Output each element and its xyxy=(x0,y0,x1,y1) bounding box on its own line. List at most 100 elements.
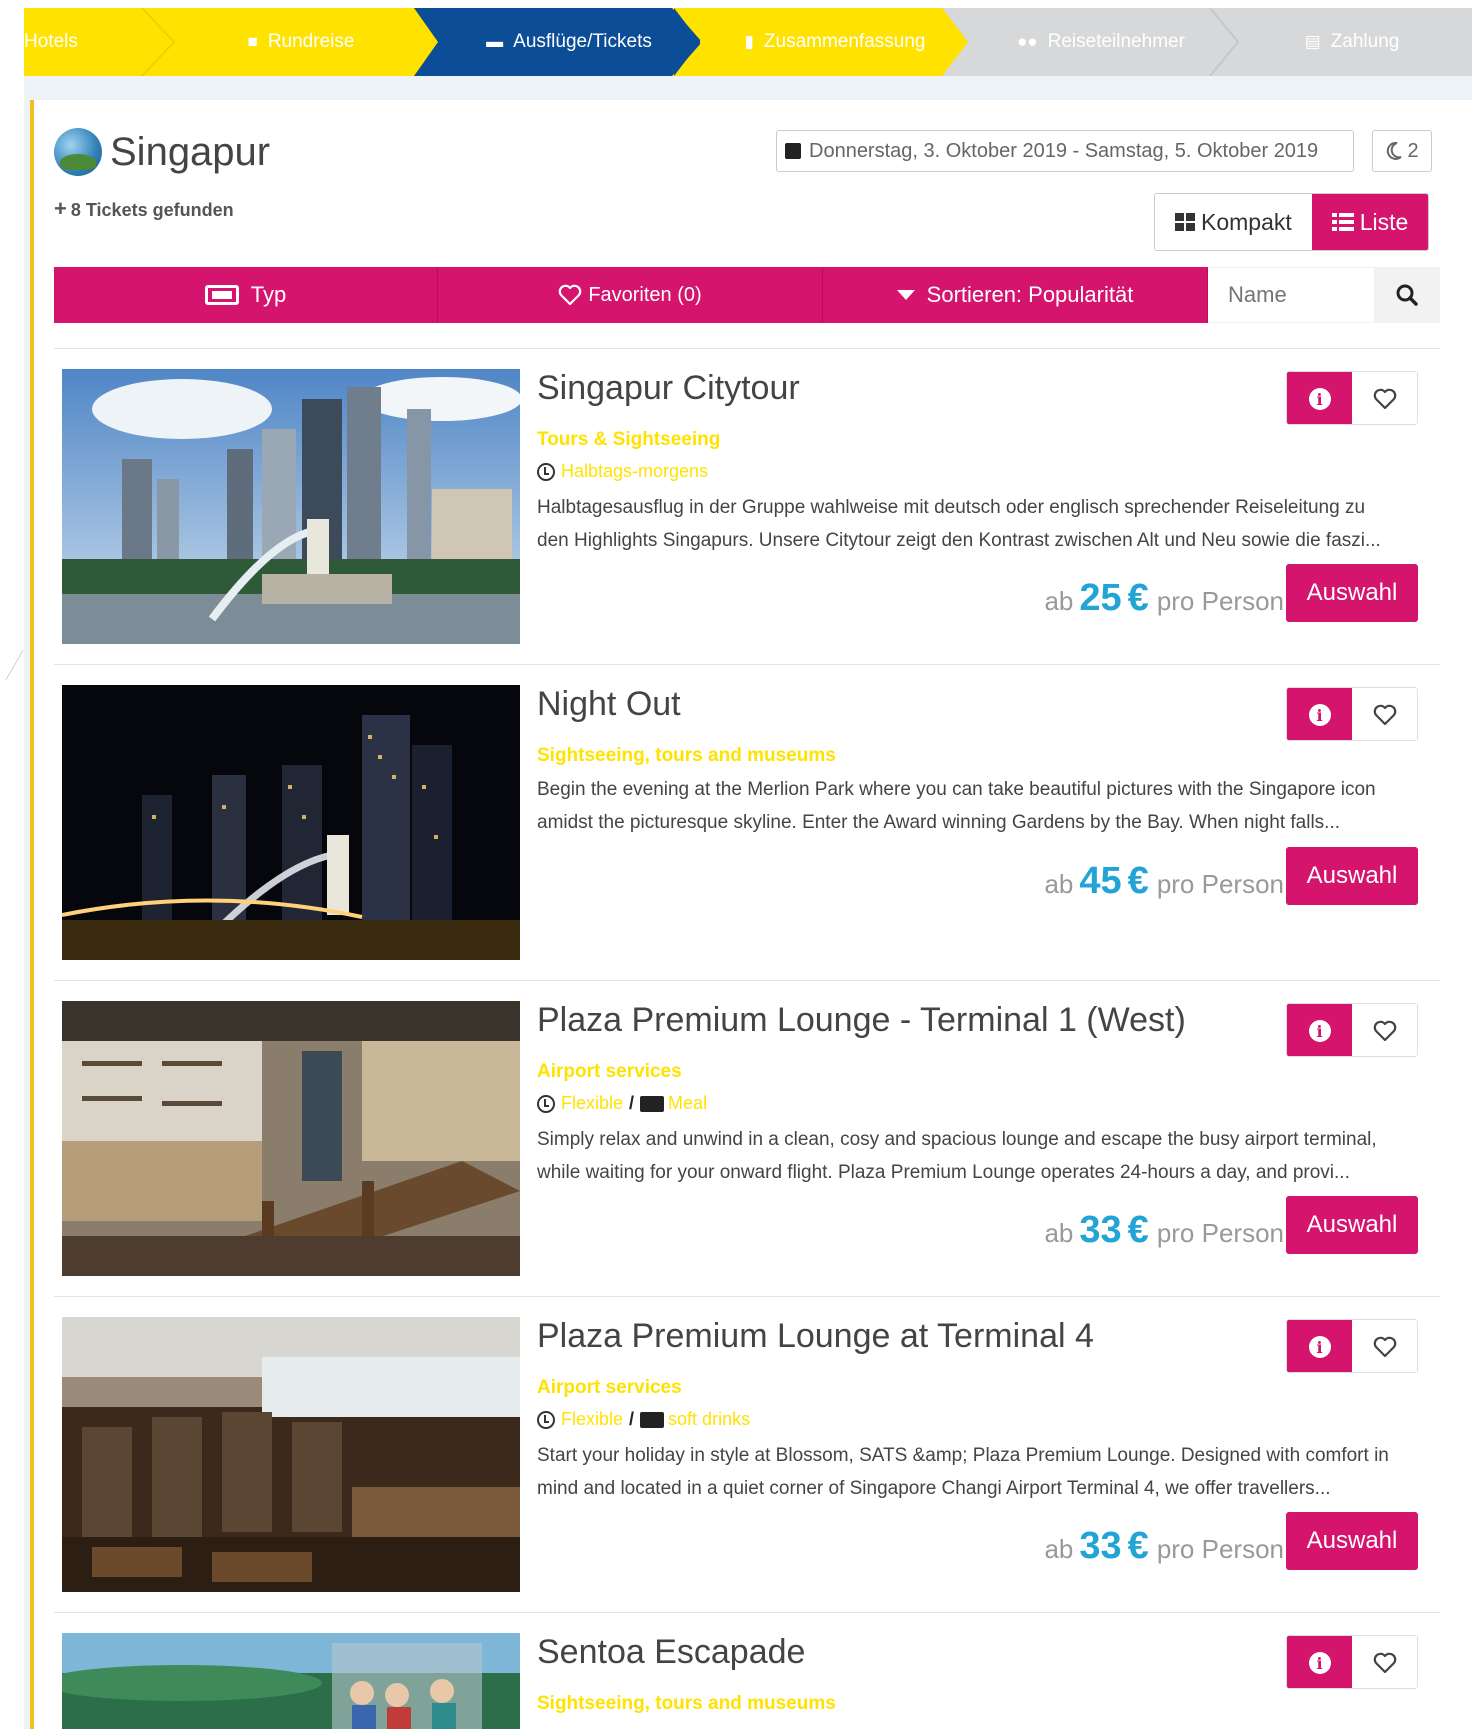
info-button[interactable]: i xyxy=(1287,1320,1352,1372)
favorites-button[interactable]: Favoriten (0) xyxy=(438,267,823,323)
meta-separator: / xyxy=(629,1093,635,1113)
favorite-button[interactable] xyxy=(1352,1636,1417,1688)
price-currency: € xyxy=(1127,1209,1149,1251)
ticket-card: Sentoa Escapade Sightseeing, tours and m… xyxy=(62,1633,1434,1729)
ticket-price: ab 33 € pro Person xyxy=(1044,1525,1284,1568)
moon-icon xyxy=(1387,141,1403,160)
ticket-meta: Flexible / soft drinks xyxy=(537,1409,750,1430)
divider xyxy=(54,1612,1440,1613)
view-kompakt-button[interactable]: Kompakt xyxy=(1155,194,1312,250)
ticket-price: ab 45 € pro Person xyxy=(1044,860,1284,903)
heart-icon xyxy=(1373,1020,1396,1042)
ticket-description-line: amidst the picturesque skyline. Enter th… xyxy=(537,812,1341,833)
ticket-icon xyxy=(640,1411,665,1428)
sort-label: Sortieren: Popularität xyxy=(926,282,1134,307)
price-suffix: pro Person xyxy=(1156,869,1284,899)
price-suffix: pro Person xyxy=(1156,586,1284,616)
favorite-button[interactable] xyxy=(1352,688,1417,740)
select-button[interactable]: Auswahl xyxy=(1286,847,1418,905)
clock-icon xyxy=(537,1410,555,1429)
filter-bar: Typ Favoriten (0) Sortieren: Popularität xyxy=(54,267,1440,323)
ticket-description: Start your holiday in style at Blossom, … xyxy=(537,1439,1417,1505)
select-button[interactable]: Auswahl xyxy=(1286,1512,1418,1570)
heart-icon xyxy=(1373,1336,1396,1358)
info-button[interactable]: i xyxy=(1287,688,1352,740)
price-value: 33 xyxy=(1079,1525,1122,1567)
view-liste-label: Liste xyxy=(1359,208,1409,235)
view-toggle: Kompakt Liste xyxy=(1154,193,1430,251)
ticket-description-line: den Highlights Singapurs. Unsere Citytou… xyxy=(537,530,1381,551)
ticket-duration: Flexible xyxy=(561,1409,624,1429)
ticket-title[interactable]: Night Out xyxy=(537,685,681,724)
calendar-icon xyxy=(785,143,801,159)
heart-icon xyxy=(559,284,582,306)
ticket-meta: Halbtags-morgens xyxy=(537,461,708,482)
price-currency: € xyxy=(1127,1525,1149,1567)
info-button[interactable]: i xyxy=(1287,372,1352,424)
night-skyline-image xyxy=(62,685,520,960)
ticket-image[interactable] xyxy=(62,1633,520,1729)
select-button[interactable]: Auswahl xyxy=(1286,1196,1418,1254)
ticket-category: Sightseeing, tours and museums xyxy=(537,1693,836,1714)
ticket-image[interactable] xyxy=(62,1001,520,1276)
edge-mark xyxy=(0,650,24,680)
ticket-title[interactable]: Singapur Citytour xyxy=(537,369,800,408)
lounge-terminal-4-image xyxy=(62,1317,520,1592)
ticket-actions: i xyxy=(1286,1003,1418,1057)
info-icon: i xyxy=(1308,1336,1331,1358)
date-range-label: Donnerstag, 3. Oktober 2019 - Samstag, 5… xyxy=(809,139,1319,162)
ticket-card: Plaza Premium Lounge at Terminal 4 Airpo… xyxy=(62,1317,1434,1592)
favorite-button[interactable] xyxy=(1352,1004,1417,1056)
info-icon: i xyxy=(1308,1652,1331,1674)
city-name: Singapur xyxy=(110,129,271,174)
info-button[interactable]: i xyxy=(1287,1004,1352,1056)
plus-icon: + xyxy=(54,196,67,221)
ticket-title[interactable]: Sentoa Escapade xyxy=(537,1633,805,1672)
price-suffix: pro Person xyxy=(1156,1218,1284,1248)
ticket-icon xyxy=(204,285,239,305)
ticket-price: ab 33 € pro Person xyxy=(1044,1209,1284,1252)
date-range[interactable]: Donnerstag, 3. Oktober 2019 - Samstag, 5… xyxy=(776,130,1354,172)
ticket-title[interactable]: Plaza Premium Lounge at Terminal 4 xyxy=(537,1317,1094,1356)
sort-dropdown[interactable]: Sortieren: Popularität xyxy=(823,267,1208,323)
price-prefix: ab xyxy=(1044,1218,1074,1248)
ticket-description-line: Simply relax and unwind in a clean, cosy… xyxy=(537,1129,1377,1150)
grid-icon xyxy=(1175,213,1195,231)
select-button[interactable]: Auswahl xyxy=(1286,564,1418,622)
info-icon: i xyxy=(1308,388,1331,410)
search-input[interactable] xyxy=(1208,268,1374,322)
search-button[interactable] xyxy=(1374,267,1440,323)
lounge-image xyxy=(62,1001,520,1276)
ticket-image[interactable] xyxy=(62,1317,520,1592)
heart-icon xyxy=(1373,704,1396,726)
ticket-duration: Halbtags-morgens xyxy=(561,461,709,481)
filter-type-button[interactable]: Typ xyxy=(54,267,438,323)
price-currency: € xyxy=(1127,577,1149,619)
price-prefix: ab xyxy=(1044,869,1074,899)
ticket-image[interactable] xyxy=(62,369,520,644)
favorite-button[interactable] xyxy=(1352,1320,1417,1372)
favorite-button[interactable] xyxy=(1352,372,1417,424)
view-kompakt-label: Kompakt xyxy=(1201,208,1292,235)
view-liste-button[interactable]: Liste xyxy=(1311,194,1429,250)
info-button[interactable]: i xyxy=(1287,1636,1352,1688)
ticket-description: Begin the evening at the Merlion Park wh… xyxy=(537,773,1417,839)
list-icon xyxy=(1331,213,1354,231)
ticket-title[interactable]: Plaza Premium Lounge - Terminal 1 (West) xyxy=(537,1001,1186,1040)
heart-icon xyxy=(1373,1652,1396,1674)
ticket-description: Simply relax and unwind in a clean, cosy… xyxy=(537,1123,1417,1189)
ticket-card: Singapur Citytour Tours & Sightseeing Ha… xyxy=(62,369,1434,644)
filter-type-label: Typ xyxy=(250,282,287,307)
divider xyxy=(54,664,1440,665)
search-group xyxy=(1208,267,1440,323)
ticket-extra: soft drinks xyxy=(668,1409,751,1429)
ticket-actions: i xyxy=(1286,1635,1418,1689)
tickets-found[interactable]: +8 Tickets gefunden xyxy=(54,196,234,222)
stepper-chevrons xyxy=(141,8,1240,76)
ticket-description-line: while waiting for your onward flight. Pl… xyxy=(537,1162,1350,1183)
ticket-description-line: Begin the evening at the Merlion Park wh… xyxy=(537,779,1376,800)
nights-value: 2 xyxy=(1407,139,1419,162)
caret-down-icon xyxy=(896,290,915,300)
ticket-image[interactable] xyxy=(62,685,520,960)
ticket-icon xyxy=(640,1095,665,1112)
